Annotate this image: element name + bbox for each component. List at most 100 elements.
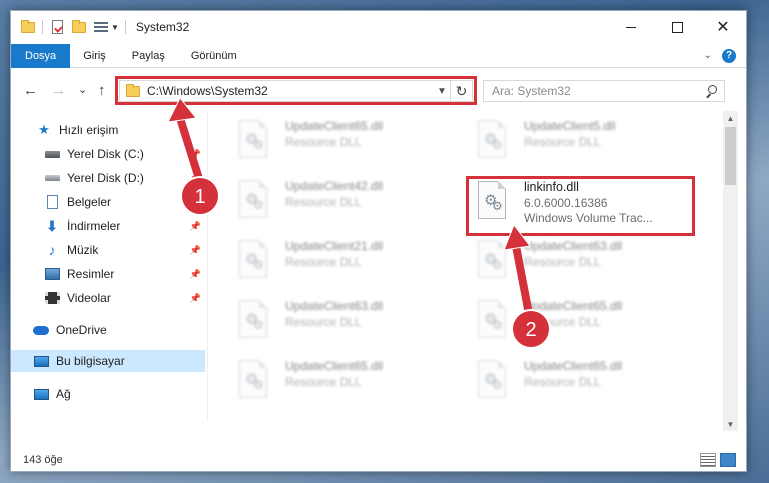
list-item[interactable]: ⚙ ⚙ UpdateClient5.dll Resource DLL — [474, 116, 684, 166]
list-item[interactable]: ⚙ ⚙ UpdateClient42.dll Resource DLL — [235, 176, 445, 226]
expand-ribbon-chevron-icon[interactable]: ⌄ — [704, 50, 712, 61]
file-name: UpdateClient65.dll — [285, 119, 384, 133]
network-icon — [33, 386, 49, 402]
address-path[interactable]: C:\Windows\System32 — [147, 84, 268, 98]
details-view-icon[interactable] — [700, 453, 716, 467]
sidebar-item-local-disk-d[interactable]: Yerel Disk (D:) 📌 — [11, 167, 205, 189]
pin-icon[interactable]: 📌 — [190, 173, 201, 184]
file-type: Resource DLL — [285, 135, 362, 149]
sidebar-item-music[interactable]: ♪ Müzik 📌 — [11, 239, 205, 261]
back-button[interactable]: ← — [23, 82, 38, 99]
pin-icon[interactable]: 📌 — [190, 221, 201, 232]
sidebar-item-label: Bu bilgisayar — [56, 354, 125, 368]
new-folder-icon[interactable] — [71, 19, 87, 35]
sidebar-item-downloads[interactable]: ⬇ İndirmeler 📌 — [11, 215, 205, 237]
file-highlight-box — [466, 176, 695, 236]
maximize-button[interactable] — [654, 11, 700, 43]
scroll-up-icon[interactable]: ▲ — [723, 111, 738, 125]
list-item[interactable]: ⚙ ⚙ UpdateClient65.dll Resource DLL — [235, 356, 445, 406]
up-button[interactable]: ↑ — [98, 82, 106, 99]
pin-icon[interactable]: 📌 — [190, 149, 201, 160]
pin-icon[interactable]: 📌 — [190, 245, 201, 256]
customize-toolbar-chevron-icon[interactable]: ▼ — [111, 23, 119, 32]
close-button[interactable]: ✕ — [700, 11, 746, 43]
forward-button[interactable]: → — [51, 82, 66, 99]
file-type: Resource DLL — [524, 375, 601, 389]
sidebar-item-this-pc[interactable]: Bu bilgisayar — [11, 350, 205, 372]
window-controls: ✕ — [608, 11, 746, 43]
sidebar-item-documents[interactable]: Belgeler 📌 — [11, 191, 205, 213]
status-bar: 143 öğe — [11, 449, 746, 471]
list-item[interactable]: ⚙ ⚙ UpdateClient65.dll Resource DLL — [474, 296, 684, 346]
address-bar[interactable]: C:\Windows\System32 ▼ ↻ — [119, 80, 473, 102]
tab-home[interactable]: Giriş — [70, 44, 119, 68]
search-icon[interactable] — [705, 85, 717, 97]
file-name: UpdateClient42.dll — [285, 179, 384, 193]
item-count: 143 öğe — [23, 454, 63, 466]
pin-icon[interactable]: 📌 — [190, 269, 201, 280]
dll-file-icon: ⚙ ⚙ — [235, 358, 273, 404]
tab-share[interactable]: Paylaş — [119, 44, 178, 68]
sidebar-item-label: Ağ — [56, 387, 71, 401]
toolbar-divider — [42, 20, 43, 34]
sidebar-item-label: Resimler — [67, 267, 115, 281]
file-name: UpdateClient63.dll — [524, 239, 623, 253]
recent-locations-chevron-icon[interactable]: ⌄ — [78, 83, 87, 96]
file-type: Resource DLL — [285, 315, 362, 329]
tab-file[interactable]: Dosya — [11, 43, 71, 68]
dll-file-icon: ⚙ ⚙ — [474, 238, 512, 284]
sidebar-item-network[interactable]: Ağ — [11, 383, 205, 405]
window-title: System32 — [135, 20, 190, 34]
scroll-down-icon[interactable]: ▼ — [723, 417, 738, 431]
navigation-bar: ← → ⌄ ↑ C:\Windows\System32 ▼ ↻ Ara: Sys… — [11, 73, 746, 107]
dll-file-icon: ⚙ ⚙ — [235, 178, 273, 224]
sidebar-item-label: Hızlı erişim — [59, 123, 119, 137]
file-name: UpdateClient5.dll — [524, 119, 616, 133]
sidebar-item-label: Belgeler — [67, 195, 112, 209]
file-name: UpdateClient65.dll — [524, 359, 623, 373]
navigation-pane: ★ Hızlı erişim Yerel Disk (C:) 📌 Yerel D… — [11, 115, 205, 435]
sidebar-item-local-disk-c[interactable]: Yerel Disk (C:) 📌 — [11, 143, 205, 165]
file-type: Resource DLL — [285, 255, 362, 269]
file-name: UpdateClient21.dll — [285, 239, 384, 253]
folder-icon — [20, 19, 36, 35]
view-icon[interactable] — [93, 19, 109, 35]
properties-icon[interactable] — [49, 19, 65, 35]
list-item[interactable]: ⚙ ⚙ UpdateClient65.dll Resource DLL — [474, 356, 684, 406]
sidebar-item-pictures[interactable]: Resimler 📌 — [11, 263, 205, 285]
vertical-scrollbar[interactable]: ▲ ▼ — [723, 111, 738, 431]
sidebar-item-videos[interactable]: Videolar 📌 — [11, 287, 205, 309]
file-type: Resource DLL — [524, 255, 601, 269]
help-icon[interactable]: ? — [722, 48, 736, 63]
pin-icon[interactable]: 📌 — [190, 293, 201, 304]
sidebar-item-onedrive[interactable]: OneDrive — [11, 319, 205, 341]
sidebar-item-label: Videolar — [67, 291, 111, 305]
file-type: Resource DLL — [524, 315, 601, 329]
file-type: Resource DLL — [285, 195, 362, 209]
music-icon: ♪ — [48, 242, 56, 258]
tab-view[interactable]: Görünüm — [178, 44, 250, 68]
address-history-chevron-icon[interactable]: ▼ — [434, 86, 450, 97]
ribbon-right-controls: ⌄ ? — [704, 48, 746, 63]
pane-divider[interactable] — [207, 111, 208, 421]
minimize-button[interactable] — [608, 11, 654, 43]
cloud-icon — [33, 322, 49, 338]
scroll-thumb[interactable] — [725, 127, 736, 185]
large-icons-view-icon[interactable] — [720, 453, 736, 467]
videos-icon — [44, 290, 60, 306]
dll-file-icon: ⚙ ⚙ — [474, 358, 512, 404]
star-icon: ★ — [38, 122, 50, 137]
sidebar-item-label: Müzik — [67, 243, 99, 257]
dll-file-icon: ⚙ ⚙ — [235, 298, 273, 344]
list-item[interactable]: ⚙ ⚙ UpdateClient63.dll Resource DLL — [235, 296, 445, 346]
computer-icon — [33, 353, 49, 369]
list-item[interactable]: ⚙ ⚙ UpdateClient21.dll Resource DLL — [235, 236, 445, 286]
documents-icon — [44, 194, 60, 210]
search-input[interactable]: Ara: System32 — [483, 80, 725, 102]
downloads-icon: ⬇ — [46, 217, 58, 234]
list-item[interactable]: ⚙ ⚙ UpdateClient65.dll Resource DLL — [235, 116, 445, 166]
sidebar-item-quick-access[interactable]: ★ Hızlı erişim — [11, 119, 205, 141]
pin-icon[interactable]: 📌 — [190, 197, 201, 208]
refresh-icon[interactable]: ↻ — [450, 81, 472, 101]
list-item[interactable]: ⚙ ⚙ UpdateClient63.dll Resource DLL — [474, 236, 684, 286]
